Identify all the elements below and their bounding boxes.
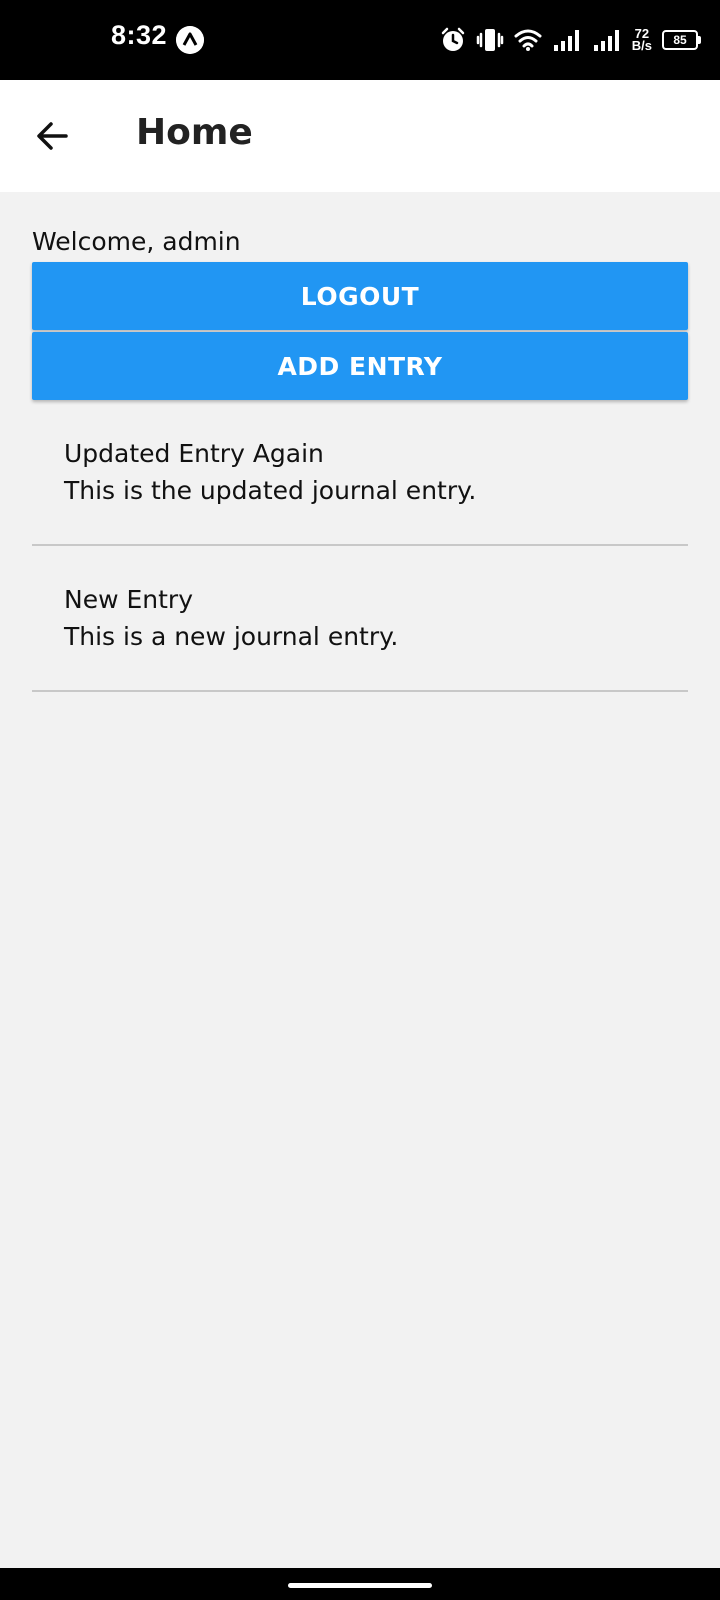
entry-title: New Entry [64, 585, 193, 614]
alarm-icon [441, 27, 465, 51]
status-icons: 72 B/s 85 [440, 18, 701, 62]
add-entry-button[interactable]: ADD ENTRY [32, 332, 688, 400]
list-item[interactable]: New Entry This is a new journal entry. [32, 546, 688, 692]
entry-title: Updated Entry Again [64, 439, 324, 468]
status-time: 8:32 [111, 20, 168, 50]
list-item[interactable]: Updated Entry Again This is the updated … [32, 400, 688, 546]
status-bar: 8:32 72 B/s 85 [0, 0, 720, 80]
entry-list: Updated Entry Again This is the updated … [32, 400, 688, 692]
battery-icon: 85 [662, 30, 701, 50]
app-bar: Home [0, 80, 720, 192]
logout-button[interactable]: LOGOUT [32, 262, 688, 330]
welcome-text: Welcome, admin [32, 227, 241, 256]
battery-level: 85 [673, 33, 687, 47]
vibrate-icon [476, 29, 504, 51]
home-gesture-handle[interactable] [288, 1583, 432, 1588]
network-speed: 72 B/s [631, 27, 652, 53]
main-content: Welcome, admin LOGOUT ADD ENTRY Updated … [32, 192, 688, 692]
page-title: Home [136, 112, 253, 153]
arrow-left-icon [37, 122, 68, 150]
signal-icon [593, 30, 619, 51]
entry-body: This is the updated journal entry. [64, 476, 477, 505]
signal-icon [553, 30, 579, 51]
network-speed-unit: B/s [631, 38, 652, 53]
wifi-icon [514, 29, 542, 51]
navigation-bar [0, 1568, 720, 1600]
entry-body: This is a new journal entry. [64, 622, 399, 651]
back-button[interactable] [18, 102, 86, 170]
app-notification-icon [176, 26, 204, 54]
